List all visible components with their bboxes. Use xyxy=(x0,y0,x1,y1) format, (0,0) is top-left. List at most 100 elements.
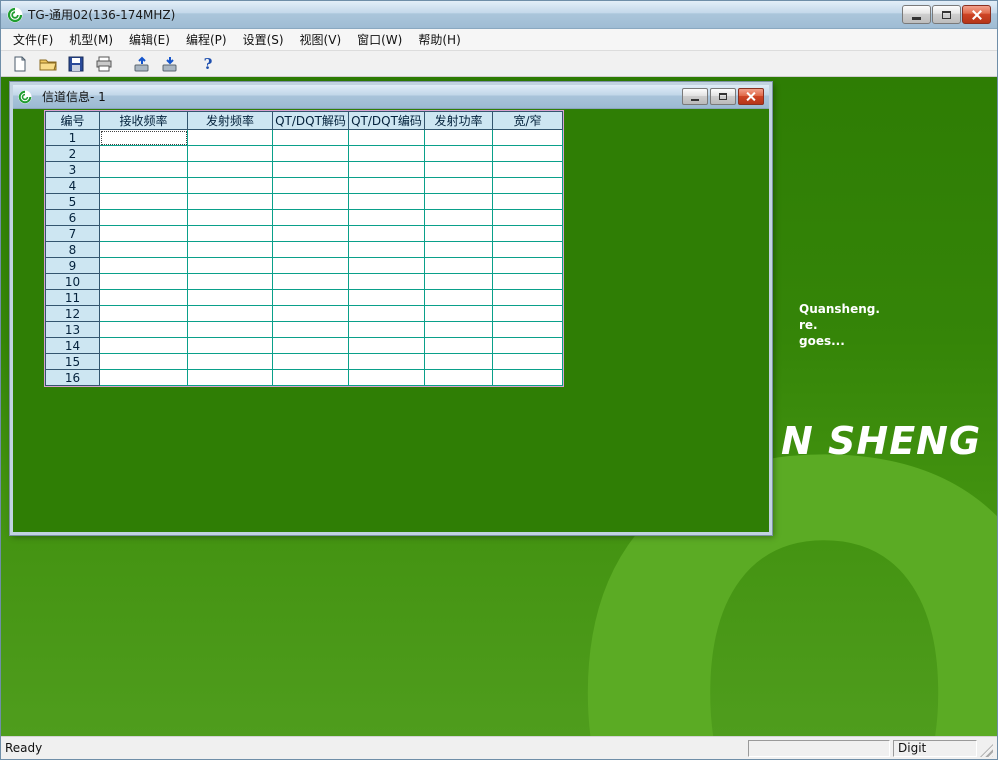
channel-cell[interactable] xyxy=(493,130,563,146)
help-button[interactable]: ? xyxy=(195,53,221,75)
channel-cell[interactable] xyxy=(273,242,349,258)
row-number-cell[interactable]: 10 xyxy=(46,274,100,290)
channel-cell[interactable] xyxy=(493,162,563,178)
channel-cell[interactable] xyxy=(188,322,273,338)
write-to-radio-button[interactable] xyxy=(157,53,183,75)
channel-cell[interactable] xyxy=(425,338,493,354)
channel-cell[interactable] xyxy=(100,354,188,370)
channel-cell[interactable] xyxy=(188,258,273,274)
channel-cell[interactable] xyxy=(349,130,425,146)
channel-cell[interactable] xyxy=(188,242,273,258)
channel-cell[interactable] xyxy=(493,194,563,210)
channel-cell[interactable] xyxy=(425,290,493,306)
channel-cell[interactable] xyxy=(425,274,493,290)
row-number-cell[interactable]: 4 xyxy=(46,178,100,194)
channel-cell[interactable] xyxy=(188,338,273,354)
channel-cell[interactable] xyxy=(349,322,425,338)
row-number-cell[interactable]: 12 xyxy=(46,306,100,322)
channel-cell[interactable] xyxy=(188,210,273,226)
channel-cell[interactable] xyxy=(188,178,273,194)
close-button[interactable] xyxy=(962,5,991,24)
channel-cell[interactable] xyxy=(100,210,188,226)
channel-cell[interactable] xyxy=(273,178,349,194)
row-number-cell[interactable]: 16 xyxy=(46,370,100,386)
channel-cell[interactable] xyxy=(349,178,425,194)
channel-cell[interactable] xyxy=(425,146,493,162)
channel-cell[interactable] xyxy=(273,146,349,162)
channel-cell[interactable] xyxy=(493,226,563,242)
channel-cell[interactable] xyxy=(349,162,425,178)
channel-cell[interactable] xyxy=(100,162,188,178)
row-number-cell[interactable]: 11 xyxy=(46,290,100,306)
channel-cell[interactable] xyxy=(425,226,493,242)
print-button[interactable] xyxy=(91,53,117,75)
channel-cell[interactable] xyxy=(188,370,273,386)
channel-cell[interactable] xyxy=(100,370,188,386)
channel-cell[interactable] xyxy=(273,226,349,242)
channel-cell[interactable] xyxy=(349,338,425,354)
channel-cell[interactable] xyxy=(273,306,349,322)
channel-cell[interactable] xyxy=(349,290,425,306)
channel-cell[interactable] xyxy=(425,370,493,386)
channel-cell[interactable] xyxy=(100,194,188,210)
channel-cell[interactable] xyxy=(425,354,493,370)
channel-cell[interactable] xyxy=(349,354,425,370)
row-number-cell[interactable]: 9 xyxy=(46,258,100,274)
minimize-button[interactable] xyxy=(902,5,931,24)
menu-item-edit[interactable]: 编辑(E) xyxy=(121,29,178,50)
channel-cell[interactable] xyxy=(273,130,349,146)
menu-item-view[interactable]: 视图(V) xyxy=(292,29,350,50)
channel-cell[interactable] xyxy=(273,338,349,354)
channel-cell[interactable] xyxy=(188,354,273,370)
channel-cell[interactable] xyxy=(188,162,273,178)
channel-cell[interactable] xyxy=(493,370,563,386)
channel-cell[interactable] xyxy=(349,306,425,322)
channel-cell[interactable] xyxy=(188,146,273,162)
channel-cell[interactable] xyxy=(493,146,563,162)
channel-cell[interactable] xyxy=(100,258,188,274)
row-number-cell[interactable]: 6 xyxy=(46,210,100,226)
channel-cell[interactable] xyxy=(425,306,493,322)
row-number-cell[interactable]: 7 xyxy=(46,226,100,242)
channel-cell[interactable] xyxy=(425,258,493,274)
channel-cell[interactable] xyxy=(425,178,493,194)
channel-cell[interactable] xyxy=(100,274,188,290)
channel-cell[interactable] xyxy=(273,322,349,338)
channel-cell[interactable] xyxy=(188,130,273,146)
channel-cell[interactable] xyxy=(349,194,425,210)
titlebar[interactable]: TG-通用02(136-174MHZ) xyxy=(1,1,997,29)
resize-grip[interactable] xyxy=(980,744,993,757)
channel-cell[interactable] xyxy=(188,194,273,210)
channel-cell[interactable] xyxy=(493,210,563,226)
menu-item-model[interactable]: 机型(M) xyxy=(61,29,121,50)
child-close-button[interactable] xyxy=(738,88,764,105)
channel-cell[interactable] xyxy=(100,178,188,194)
channel-cell[interactable] xyxy=(188,274,273,290)
channel-cell[interactable] xyxy=(425,130,493,146)
row-number-cell[interactable]: 13 xyxy=(46,322,100,338)
channel-cell[interactable] xyxy=(273,210,349,226)
channel-cell[interactable] xyxy=(100,146,188,162)
channel-cell[interactable] xyxy=(425,242,493,258)
menu-item-window[interactable]: 窗口(W) xyxy=(349,29,410,50)
channel-cell[interactable] xyxy=(349,146,425,162)
menu-item-settings[interactable]: 设置(S) xyxy=(235,29,292,50)
row-number-cell[interactable]: 1 xyxy=(46,130,100,146)
row-number-cell[interactable]: 2 xyxy=(46,146,100,162)
channel-cell[interactable] xyxy=(493,178,563,194)
channel-cell[interactable] xyxy=(273,194,349,210)
channel-cell[interactable] xyxy=(493,322,563,338)
channel-cell[interactable] xyxy=(349,242,425,258)
read-from-radio-button[interactable] xyxy=(129,53,155,75)
channel-cell[interactable] xyxy=(188,226,273,242)
channel-cell[interactable] xyxy=(100,306,188,322)
channel-cell[interactable] xyxy=(425,210,493,226)
row-number-cell[interactable]: 5 xyxy=(46,194,100,210)
child-maximize-button[interactable] xyxy=(710,88,736,105)
menu-item-program[interactable]: 编程(P) xyxy=(178,29,235,50)
channel-cell[interactable] xyxy=(273,354,349,370)
child-titlebar[interactable]: 信道信息- 1 xyxy=(13,85,769,109)
channel-cell[interactable] xyxy=(273,162,349,178)
channel-cell[interactable] xyxy=(493,274,563,290)
channel-cell[interactable] xyxy=(425,162,493,178)
